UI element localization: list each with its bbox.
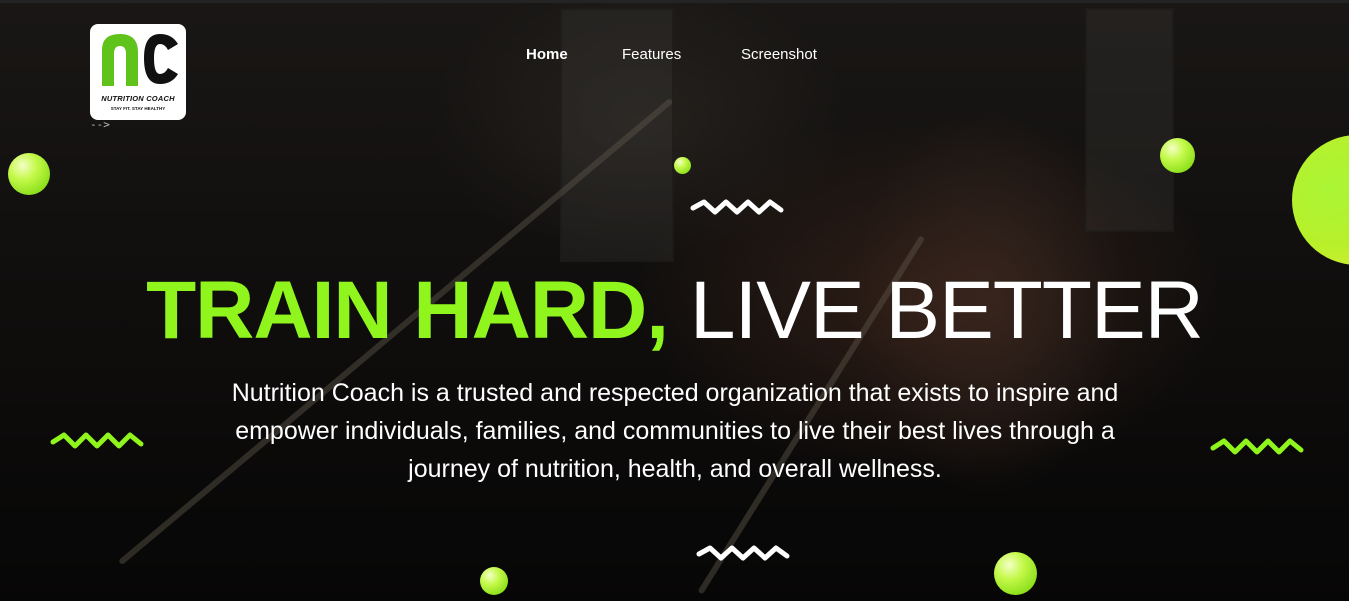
logo[interactable]: NUTRITION COACH STAY FIT. STAY HEALTHY [90, 24, 186, 120]
main-nav: Home Features Screenshot [0, 46, 1349, 66]
decor-ball-icon [1160, 138, 1195, 173]
zigzag-white-top-icon [690, 199, 784, 215]
hero-headline: TRAIN HARD, LIVE BETTER [0, 262, 1349, 360]
nav-item-home[interactable]: Home [526, 46, 568, 63]
decor-ball-icon [994, 552, 1037, 595]
headline-accent: TRAIN HARD, [146, 265, 669, 356]
decor-ball-icon [674, 157, 691, 174]
hero-description: Nutrition Coach is a trusted and respect… [231, 379, 1119, 483]
hero-section: NUTRITION COACH STAY FIT. STAY HEALTHY -… [0, 0, 1349, 601]
zigzag-green-left-icon [50, 432, 144, 449]
logo-text: NUTRITION COACH [101, 94, 175, 103]
logo-tagline: STAY FIT. STAY HEALTHY [110, 106, 166, 111]
headline-rest: LIVE BETTER [689, 265, 1204, 356]
nav-item-features[interactable]: Features [622, 46, 681, 63]
decor-ball-icon [480, 567, 508, 595]
zigzag-white-bottom-icon [696, 545, 790, 561]
nav-item-screenshot[interactable]: Screenshot [741, 46, 817, 63]
zigzag-green-right-icon [1210, 438, 1304, 455]
stray-comment-text: --> [90, 118, 110, 131]
decor-ball-icon [8, 153, 50, 195]
